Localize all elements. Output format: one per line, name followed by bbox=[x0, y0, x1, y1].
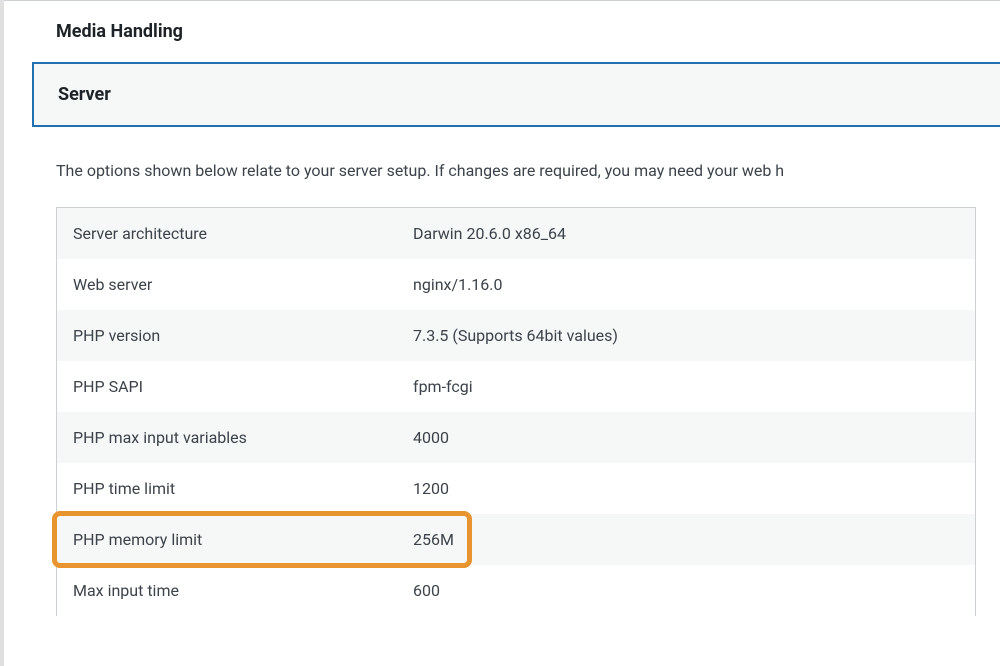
table-row: Web server nginx/1.16.0 bbox=[57, 259, 975, 310]
row-label: PHP SAPI bbox=[73, 377, 413, 396]
server-info-table: Server architecture Darwin 20.6.0 x86_64… bbox=[56, 207, 976, 616]
row-value: 256M bbox=[413, 530, 959, 549]
row-label: Max input time bbox=[73, 581, 413, 600]
row-value: 4000 bbox=[413, 428, 959, 447]
table-row: Server architecture Darwin 20.6.0 x86_64 bbox=[57, 208, 975, 259]
row-label: PHP version bbox=[73, 326, 413, 345]
row-label: Web server bbox=[73, 275, 413, 294]
table-row: PHP max input variables 4000 bbox=[57, 412, 975, 463]
row-value: 600 bbox=[413, 581, 959, 600]
table-row: PHP version 7.3.5 (Supports 64bit values… bbox=[57, 310, 975, 361]
table-row: PHP memory limit 256M bbox=[57, 514, 975, 565]
section-header-server[interactable]: Server bbox=[32, 62, 1000, 127]
table-row: PHP time limit 1200 bbox=[57, 463, 975, 514]
table-row: PHP SAPI fpm-fcgi bbox=[57, 361, 975, 412]
row-value: Darwin 20.6.0 x86_64 bbox=[413, 224, 959, 243]
row-value: nginx/1.16.0 bbox=[413, 275, 959, 294]
server-title: Server bbox=[58, 84, 111, 105]
row-label: PHP time limit bbox=[73, 479, 413, 498]
row-value: 1200 bbox=[413, 479, 959, 498]
media-handling-title: Media Handling bbox=[56, 21, 183, 42]
row-label: PHP memory limit bbox=[73, 530, 413, 549]
row-label: PHP max input variables bbox=[73, 428, 413, 447]
server-description: The options shown below relate to your s… bbox=[32, 127, 1000, 207]
section-header-media-handling[interactable]: Media Handling bbox=[32, 1, 1000, 62]
row-value: fpm-fcgi bbox=[413, 377, 959, 396]
table-row: Max input time 600 bbox=[57, 565, 975, 616]
row-label: Server architecture bbox=[73, 224, 413, 243]
row-value: 7.3.5 (Supports 64bit values) bbox=[413, 326, 959, 345]
